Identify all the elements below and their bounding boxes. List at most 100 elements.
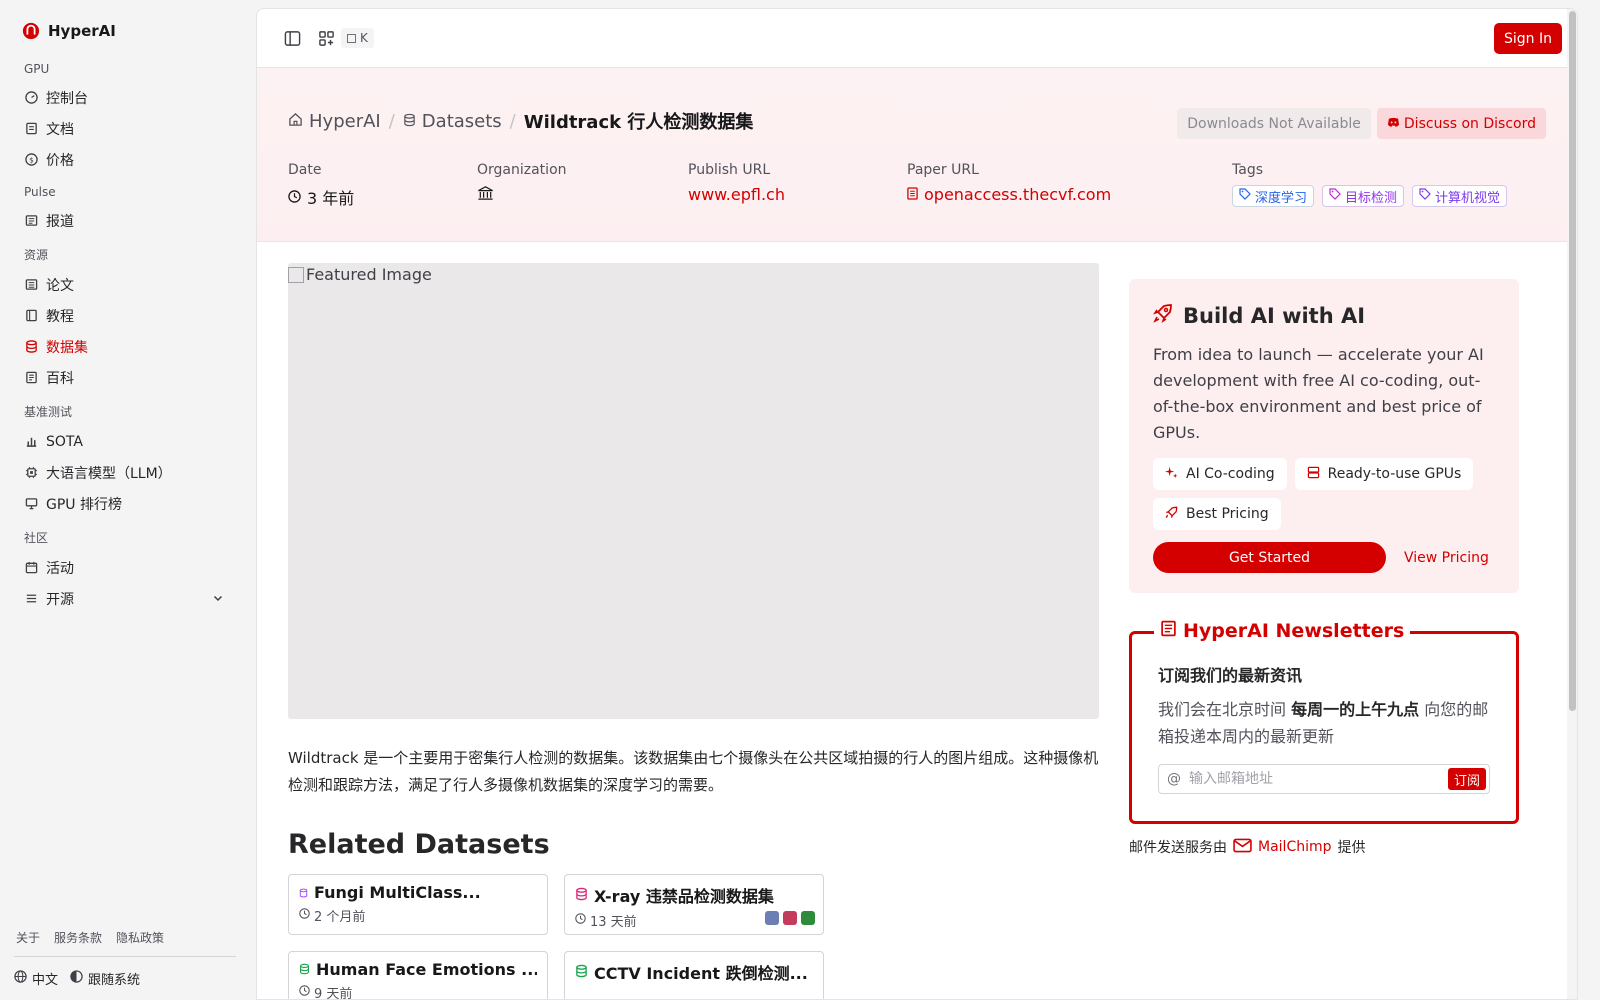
sidebar-item-papers[interactable]: 论文 xyxy=(14,269,236,300)
related-dataset-title-row: Fungi MultiClass... xyxy=(299,883,537,902)
sidebar-item-events[interactable]: 活动 xyxy=(14,552,236,583)
sidebar-item-console[interactable]: 控制台 xyxy=(14,82,236,113)
chevron-down-icon[interactable] xyxy=(212,592,224,608)
rocket-icon xyxy=(1165,506,1178,523)
dataset-description: Wildtrack 是一个主要用于密集行人检测的数据集。该数据集由七个摄像头在公… xyxy=(288,749,1099,794)
build-ai-promo: Build AI with AI From idea to launch — a… xyxy=(1129,279,1519,593)
sidebar-item-label: 大语言模型（LLM） xyxy=(46,465,172,482)
breadcrumb-datasets-label: Datasets xyxy=(421,110,502,132)
main-panel: K Sign In HyperAI / Datasets / Wildtrack… xyxy=(256,8,1578,1000)
related-dataset-title: Fungi MultiClass... xyxy=(314,883,481,902)
mailchimp-text-before: 邮件发送服务由 xyxy=(1129,840,1227,856)
sidebar-item-sota[interactable]: SOTA xyxy=(14,426,236,457)
breadcrumb-home[interactable]: HyperAI xyxy=(288,111,381,132)
tag-deep-learning[interactable]: 深度学习 xyxy=(1232,185,1315,207)
sidebar-item-label: 教程 xyxy=(46,308,74,325)
downloads-button[interactable]: Downloads Not Available xyxy=(1177,108,1371,139)
sidebar-item-tutorials[interactable]: 教程 xyxy=(14,300,236,331)
clock-icon xyxy=(288,188,301,207)
email-input[interactable] xyxy=(1189,771,1429,787)
related-dataset-date-row: 9 天前 xyxy=(299,983,537,999)
publish-url-link[interactable]: www.epfl.ch xyxy=(688,185,785,204)
newsletter-title-row: HyperAI Newsletters xyxy=(1154,620,1411,642)
breadcrumb-datasets[interactable]: Datasets xyxy=(403,111,502,132)
sidebar-item-pricing[interactable]: $ 价格 xyxy=(14,144,236,175)
tag-label: 目标检测 xyxy=(1345,190,1398,206)
dataset-meta: Date 3 年前 Organization Publish URL www.e… xyxy=(288,162,1546,212)
sidebar-toggle-icon[interactable] xyxy=(281,27,303,49)
sidebar-item-llm[interactable]: 大语言模型（LLM） xyxy=(14,457,236,488)
apps-grid-icon[interactable] xyxy=(315,27,337,49)
sign-in-button[interactable]: Sign In xyxy=(1494,23,1562,54)
feature-ai-co-coding: AI Co-coding xyxy=(1153,458,1287,490)
wiki-icon xyxy=(24,371,38,385)
discord-button-label: Discuss on Discord xyxy=(1403,115,1536,132)
sidebar-item-label: SOTA xyxy=(46,433,83,450)
footer-link-terms[interactable]: 服务条款 xyxy=(54,929,102,946)
sidebar-footer: 关于 服务条款 隐私政策 中文 跟随系统 xyxy=(14,929,236,988)
dataset-content: Featured Image Wildtrack 是一个主要用于密集行人检测的数… xyxy=(288,263,1099,999)
command-shortcut[interactable]: K xyxy=(341,28,374,48)
get-started-button[interactable]: Get Started xyxy=(1153,542,1386,573)
sidebar: HyperAI GPU 控制台 文档 $ 价格 Pulse 报道 资源 论文 教… xyxy=(0,0,250,1000)
breadcrumb-separator: / xyxy=(509,110,516,132)
book-icon xyxy=(24,122,38,136)
footer-link-about[interactable]: 关于 xyxy=(16,929,40,946)
related-dataset-date: 2 个月前 xyxy=(314,910,366,925)
brand[interactable]: HyperAI xyxy=(14,14,236,52)
clock-icon xyxy=(299,985,310,999)
mailchimp-link[interactable]: MailChimp xyxy=(1258,839,1332,855)
mailchimp-credit: 邮件发送服务由 MailChimp 提供 xyxy=(1129,837,1519,857)
meta-date: Date 3 年前 xyxy=(288,162,354,209)
feature-label: Best Pricing xyxy=(1186,506,1269,522)
scrollbar[interactable] xyxy=(1567,9,1577,999)
discord-button[interactable]: Discuss on Discord xyxy=(1376,108,1546,139)
header-actions: Downloads Not Available Discuss on Disco… xyxy=(1177,108,1546,139)
at-sign-icon: @ xyxy=(1167,771,1181,787)
sidebar-item-label: 活动 xyxy=(46,560,74,577)
tag-object-detection[interactable]: 目标检测 xyxy=(1322,185,1405,207)
discord-icon xyxy=(1387,116,1400,132)
sidebar-item-docs[interactable]: 文档 xyxy=(14,113,236,144)
globe-icon xyxy=(14,970,27,987)
mailchimp-text-after: 提供 xyxy=(1337,840,1366,856)
meta-publish-label: Publish URL xyxy=(688,162,771,178)
newsletter-text-before: 我们会在北京时间 xyxy=(1158,700,1292,719)
sidebar-item-open-source[interactable]: 开源 xyxy=(14,583,236,614)
footer-link-privacy[interactable]: 隐私政策 xyxy=(116,929,164,946)
related-dataset-card[interactable]: Human Face Emotions ... 9 天前 xyxy=(288,951,548,999)
theme-switcher[interactable]: 跟随系统 xyxy=(70,969,140,988)
paper-url-row[interactable]: openaccess.thecvf.com xyxy=(907,185,1111,204)
subscribe-button[interactable]: 订阅 xyxy=(1447,768,1486,790)
related-dataset-card[interactable]: CCTV Incident 跌倒检测... xyxy=(564,951,824,999)
meta-paper-label: Paper URL xyxy=(907,162,979,178)
scrollbar-thumb[interactable] xyxy=(1569,11,1576,711)
promo-text: From idea to launch — accelerate your AI… xyxy=(1153,345,1484,442)
newsletter-text: 我们会在北京时间 每周一的上午九点 向您的邮箱投递本周内的最新更新 xyxy=(1158,696,1490,750)
sidebar-item-wiki[interactable]: 百科 xyxy=(14,362,236,393)
related-dataset-card[interactable]: X-ray 违禁品检测数据集 13 天前 xyxy=(564,874,824,935)
sidebar-item-datasets[interactable]: 数据集 xyxy=(14,331,236,362)
related-dataset-title-row: CCTV Incident 跌倒检测... xyxy=(575,960,813,984)
meta-date-value: 3 年前 xyxy=(307,189,355,208)
sidebar-item-label: 报道 xyxy=(46,213,74,230)
meta-organization: Organization xyxy=(477,162,567,205)
database-icon xyxy=(575,886,588,905)
newsletter-title: HyperAI Newsletters xyxy=(1183,620,1405,642)
brand-name: HyperAI xyxy=(48,22,116,40)
topbar: K Sign In xyxy=(257,9,1577,68)
theme-label: 跟随系统 xyxy=(88,973,141,988)
related-dataset-card[interactable]: Fungi MultiClass... 2 个月前 xyxy=(288,874,548,935)
sidebar-item-gpu-ranking[interactable]: GPU 排行榜 xyxy=(14,488,236,519)
org-badge-icon xyxy=(801,911,815,925)
nav-section-benchmark: 基准测试 xyxy=(24,405,73,419)
feature-label: AI Co-coding xyxy=(1186,466,1275,482)
language-switcher[interactable]: 中文 xyxy=(14,969,58,988)
meta-org-value-row xyxy=(477,185,567,205)
dataset-header: HyperAI / Datasets / Wildtrack 行人检测数据集 D… xyxy=(257,68,1577,242)
related-dataset-title-row: Human Face Emotions ... xyxy=(299,960,537,979)
related-dataset-date-row: 2 个月前 xyxy=(299,906,537,925)
sidebar-item-news[interactable]: 报道 xyxy=(14,205,236,236)
tag-computer-vision[interactable]: 计算机视觉 xyxy=(1412,185,1508,207)
view-pricing-link[interactable]: View Pricing xyxy=(1404,550,1489,566)
